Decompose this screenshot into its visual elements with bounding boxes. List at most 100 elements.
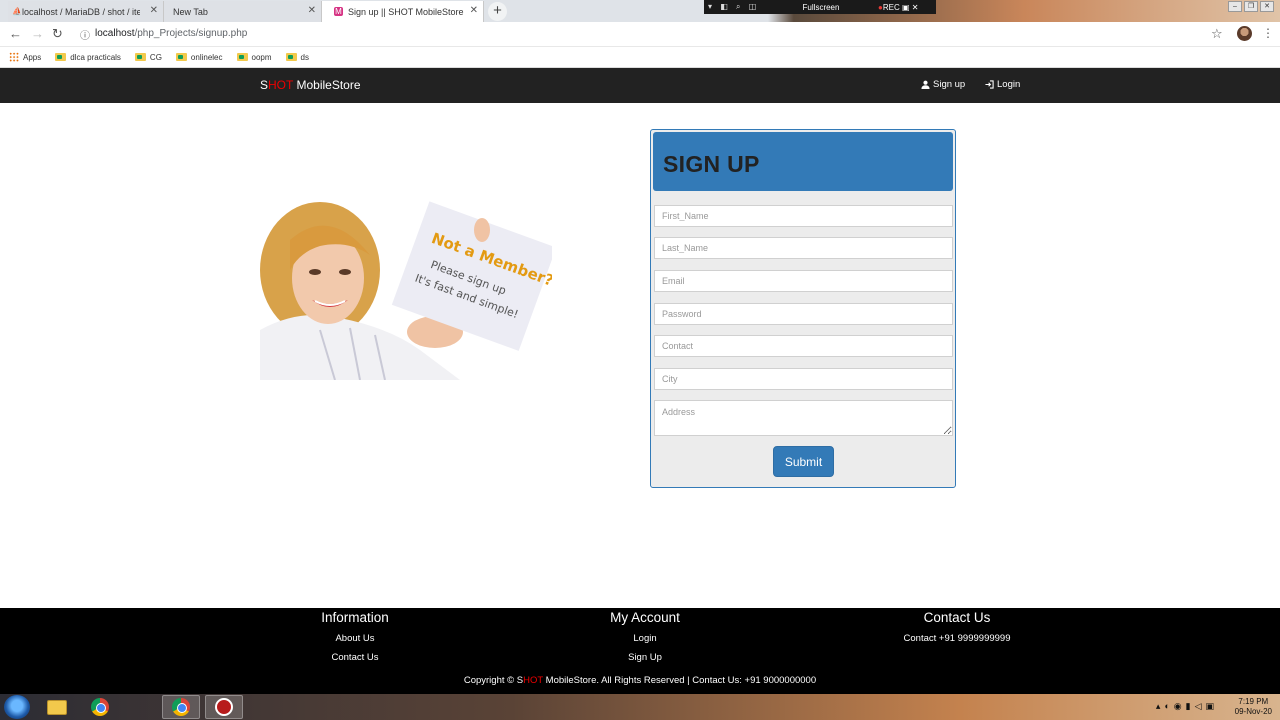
footer-link-contact-us[interactable]: Contact Us	[305, 652, 405, 663]
bookmark-label: ds	[300, 52, 309, 62]
drive-folder-icon	[175, 53, 187, 61]
windows-taskbar: ▴◐◉▮◁▣ 7:19 PM 09-Nov-20	[0, 694, 1280, 720]
url-field[interactable]: localhost/php_Projects/signup.php	[95, 28, 247, 39]
copyright-text: Copyright © SHOT MobileStore. All Rights…	[0, 675, 1280, 686]
tab-title: New Tab	[173, 6, 208, 17]
brand-logo[interactable]: SHOT MobileStore	[260, 78, 361, 92]
bookmark-star-icon[interactable]: ☆	[1211, 26, 1223, 42]
phpmyadmin-icon: ⛵	[12, 7, 22, 16]
footer-heading: My Account	[610, 610, 680, 625]
submit-button[interactable]: Submit	[773, 446, 834, 477]
bookmark-label: dlca practicals	[70, 52, 121, 62]
tab-signup[interactable]: M Sign up || SHOT MobileStore ✕	[322, 1, 484, 22]
nav-link-label: Login	[997, 79, 1021, 90]
footer-information-column: Information About Us Contact Us	[305, 610, 405, 671]
taskbar-explorer[interactable]	[38, 695, 76, 719]
footer-contact-column: Contact Us Contact +91 9999999999	[880, 610, 1034, 652]
reload-icon[interactable]: ↻	[52, 26, 63, 42]
site-footer: Information About Us Contact Us My Accou…	[0, 608, 1280, 694]
close-icon[interactable]: ✕	[470, 5, 478, 16]
url-path: /php_Projects/signup.php	[134, 28, 248, 39]
copyright-part: MobileStore. All Rights Reserved | Conta…	[543, 675, 817, 686]
footer-link-signup[interactable]: Sign Up	[585, 652, 705, 663]
address-bar: ← → ↻ ⓘ localhost/php_Projects/signup.ph…	[0, 22, 1280, 47]
clock-time: 7:19 PM	[1238, 697, 1269, 706]
taskbar-clock[interactable]: 7:19 PM 09-Nov-20	[1235, 697, 1272, 717]
signup-form-panel: SIGN UP Submit	[650, 129, 956, 488]
first-name-field[interactable]	[654, 205, 953, 227]
password-field[interactable]	[654, 303, 953, 325]
copyright-part: Copyright © S	[463, 675, 524, 686]
last-name-field[interactable]	[654, 237, 953, 259]
apps-grid-icon	[9, 52, 19, 62]
bookmark-item[interactable]: ds	[285, 52, 309, 62]
drive-folder-icon	[285, 53, 297, 61]
taskbar-recorder[interactable]	[205, 695, 243, 719]
chrome-icon	[91, 698, 109, 716]
brand-text-red: HOT	[268, 78, 294, 92]
bookmark-label: oopm	[251, 52, 272, 62]
bookmark-label: onlinelec	[190, 52, 223, 62]
chrome-icon	[172, 698, 190, 716]
drive-folder-icon	[134, 53, 146, 61]
bookmark-item[interactable]: dlca practicals	[55, 53, 121, 62]
footer-heading: Information	[321, 610, 389, 625]
login-icon	[985, 80, 994, 89]
nav-login-link[interactable]: Login	[985, 79, 1020, 90]
email-field[interactable]	[654, 270, 953, 292]
bookmark-item[interactable]: oopm	[236, 52, 272, 62]
url-host: localhost	[95, 28, 135, 39]
window-controls: – ❐ ✕	[1228, 1, 1274, 12]
footer-heading: Contact Us	[923, 610, 991, 625]
windows-start-icon[interactable]	[4, 695, 30, 719]
minimize-icon[interactable]: –	[1228, 1, 1242, 12]
user-icon	[921, 80, 930, 89]
footer-contact-phone[interactable]: Contact +91 9999999999	[880, 633, 1034, 644]
brand-text: MobileStore	[293, 78, 361, 92]
signup-promo-image: Not a Member? Please sign up It's fast a…	[260, 200, 552, 380]
bookmark-label: CG	[149, 52, 162, 62]
contact-field[interactable]	[654, 335, 953, 357]
tab-title: localhost / MariaDB / shot / item	[22, 6, 140, 17]
drive-folder-icon	[236, 53, 248, 61]
nav-link-label: Sign up	[933, 79, 966, 90]
recorder-controls-icon[interactable]: ▾ ◧ ⌕ ◫	[704, 2, 764, 12]
screen-recorder-bar: ▾ ◧ ⌕ ◫ Fullscreen ●REC ▣ ✕	[704, 0, 936, 14]
nav-signup-link[interactable]: Sign up	[921, 79, 965, 90]
drive-folder-icon	[55, 53, 67, 61]
recorder-rec-label: ●REC ▣ ✕	[878, 2, 919, 12]
copyright-part-red: HOT	[523, 675, 544, 686]
panel-header: SIGN UP	[653, 132, 953, 191]
taskbar-chrome-open[interactable]	[162, 695, 200, 719]
info-icon[interactable]: ⓘ	[80, 27, 90, 42]
close-window-icon[interactable]: ✕	[1260, 1, 1274, 12]
new-tab-button[interactable]: +	[488, 2, 507, 21]
footer-link-about-us[interactable]: About Us	[305, 633, 405, 644]
screen-recorder-icon	[215, 698, 233, 716]
bookmark-apps[interactable]: Apps	[9, 52, 41, 62]
menu-dots-icon[interactable]: ⋮	[1262, 26, 1274, 40]
tab-phpmyadmin[interactable]: ⛵ localhost / MariaDB / shot / item ✕	[8, 1, 164, 22]
close-icon[interactable]: ✕	[150, 5, 158, 16]
site-favicon-icon: M	[334, 7, 343, 16]
system-tray[interactable]: ▴◐◉▮◁▣	[1156, 701, 1218, 712]
taskbar-chrome[interactable]	[81, 695, 119, 719]
clock-date: 09-Nov-20	[1234, 707, 1272, 716]
bookmark-label: Apps	[23, 52, 42, 62]
address-field[interactable]	[654, 400, 953, 436]
footer-my-account-column: My Account Login Sign Up	[585, 610, 705, 671]
site-navbar: SHOT MobileStore Sign up Login	[0, 68, 1280, 103]
tab-new-tab[interactable]: New Tab ✕	[164, 1, 322, 22]
bookmark-item[interactable]: onlinelec	[175, 52, 223, 62]
brand-text: S	[260, 78, 269, 92]
restore-icon[interactable]: ❐	[1244, 1, 1258, 12]
profile-avatar[interactable]	[1237, 26, 1252, 41]
back-arrow-icon[interactable]: ←	[9, 26, 22, 41]
footer-link-login[interactable]: Login	[585, 633, 705, 644]
forward-arrow-icon[interactable]: →	[31, 26, 44, 41]
browser-tab-strip: ⛵ localhost / MariaDB / shot / item ✕ Ne…	[0, 0, 1280, 22]
tab-title: Sign up || SHOT MobileStore	[348, 6, 464, 17]
bookmark-item[interactable]: CG	[134, 52, 162, 62]
city-field[interactable]	[654, 368, 953, 390]
close-icon[interactable]: ✕	[308, 5, 316, 16]
